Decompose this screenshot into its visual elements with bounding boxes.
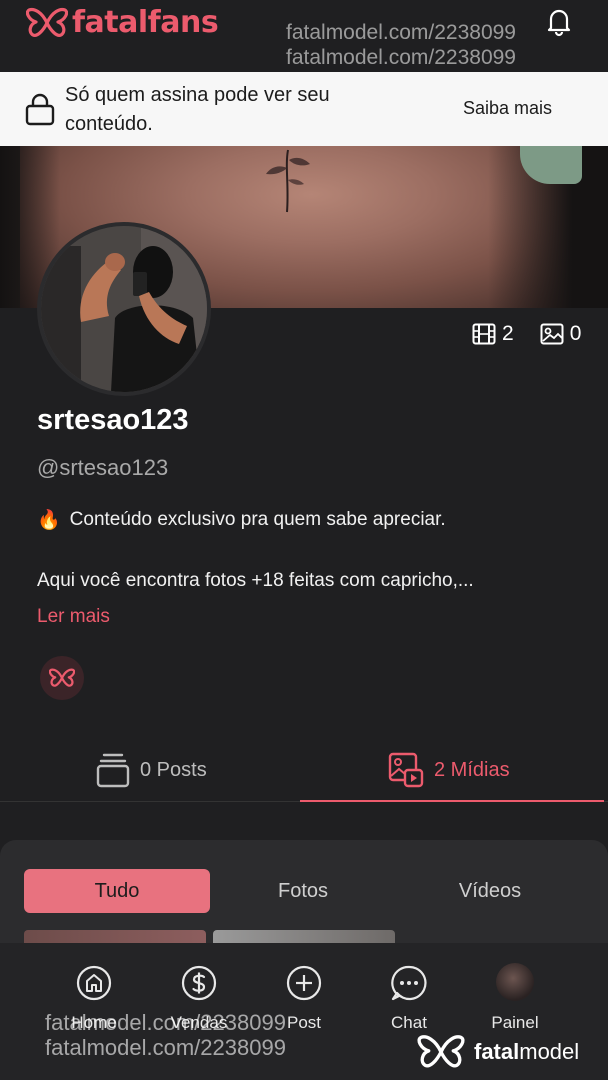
media-counts: 2 0	[472, 322, 581, 346]
watermark-top: fatalmodel.com/2238099 fatalmodel.com/22…	[286, 20, 516, 70]
profile-avatar[interactable]	[37, 222, 211, 396]
media-thumbnail[interactable]	[24, 930, 206, 944]
bell-icon[interactable]	[542, 4, 576, 38]
watermark-bottom: fatalmodel.com/2238099 fatalmodel.com/22…	[45, 1010, 286, 1060]
film-icon	[472, 323, 496, 345]
filter-all-button[interactable]: Tudo	[24, 869, 210, 913]
watermark-text: fatalmodel.com/2238099	[286, 21, 516, 44]
filter-photos-button[interactable]: Fotos	[210, 869, 396, 913]
dollar-icon	[181, 965, 217, 1001]
image-icon	[540, 323, 564, 345]
nav-painel[interactable]: Painel	[465, 943, 565, 1033]
fatalmodel-brand: fatalmodel	[416, 1033, 579, 1071]
active-tab-indicator	[300, 800, 604, 802]
nav-painel-label: Painel	[491, 1013, 539, 1032]
fatalfans-logo[interactable]: fatalfans	[26, 5, 219, 40]
image-count: 0	[569, 322, 582, 345]
tab-posts[interactable]: 0 Posts	[96, 738, 207, 802]
brand-text-bold: fatal	[474, 1039, 520, 1064]
media-icon	[388, 752, 424, 788]
tab-posts-label: 0 Posts	[140, 758, 207, 781]
avatar	[496, 963, 534, 1001]
filter-videos-button[interactable]: Vídeos	[397, 869, 583, 913]
bio-line-2: Aqui você encontra fotos +18 feitas com …	[37, 570, 474, 591]
fatalfans-badge[interactable]	[40, 656, 84, 700]
avatar-photo	[41, 226, 207, 392]
read-more-link[interactable]: Ler mais	[37, 606, 110, 628]
watermark-text: fatalmodel.com/2238099	[286, 46, 516, 69]
learn-more-link[interactable]: Saiba mais	[463, 98, 552, 119]
home-icon	[76, 965, 112, 1001]
lock-icon	[25, 93, 55, 126]
bio-line-1: 🔥 Conteúdo exclusivo pra quem sabe aprec…	[37, 508, 446, 532]
butterfly-icon	[49, 668, 75, 687]
brand-text-regular: model	[519, 1039, 580, 1064]
profile-name: srtesao123	[37, 404, 189, 436]
nav-post-label: Post	[286, 1013, 322, 1032]
brand-text: fatalmodel	[474, 1039, 579, 1065]
plus-circle-icon	[286, 965, 322, 1001]
content-tabs: 0 Posts 2 Mídias	[0, 738, 608, 802]
tab-media-label: 2 Mídias	[434, 758, 510, 781]
media-thumbnail[interactable]	[213, 930, 395, 944]
top-bar: fatalfans fatalmodel.com/2238099 fatalmo…	[0, 0, 608, 72]
subscribe-banner: Só quem assina pode ver seu conteúdo. Sa…	[0, 72, 608, 146]
tab-media[interactable]: 2 Mídias	[388, 738, 510, 802]
butterfly-logo-icon	[26, 7, 68, 37]
watermark-text: fatalmodel.com/2238099	[45, 1010, 286, 1035]
logo-text: fatalfans	[72, 5, 219, 40]
video-count: 2	[502, 322, 514, 345]
banner-message: Só quem assina pode ver seu conteúdo.	[65, 84, 330, 135]
chat-icon	[391, 965, 427, 1001]
fire-emoji-icon: 🔥	[37, 510, 61, 531]
watermark-text: fatalmodel.com/2238099	[45, 1035, 286, 1060]
nav-chat-label: Chat	[391, 1013, 427, 1032]
stack-icon	[96, 753, 130, 788]
bio-text-1: Conteúdo exclusivo pra quem sabe aprecia…	[69, 509, 446, 530]
nav-chat[interactable]: Chat	[359, 943, 459, 1033]
profile-handle: @srtesao123	[37, 455, 169, 480]
rose-tattoo	[266, 149, 310, 213]
butterfly-logo-icon	[417, 1035, 465, 1068]
